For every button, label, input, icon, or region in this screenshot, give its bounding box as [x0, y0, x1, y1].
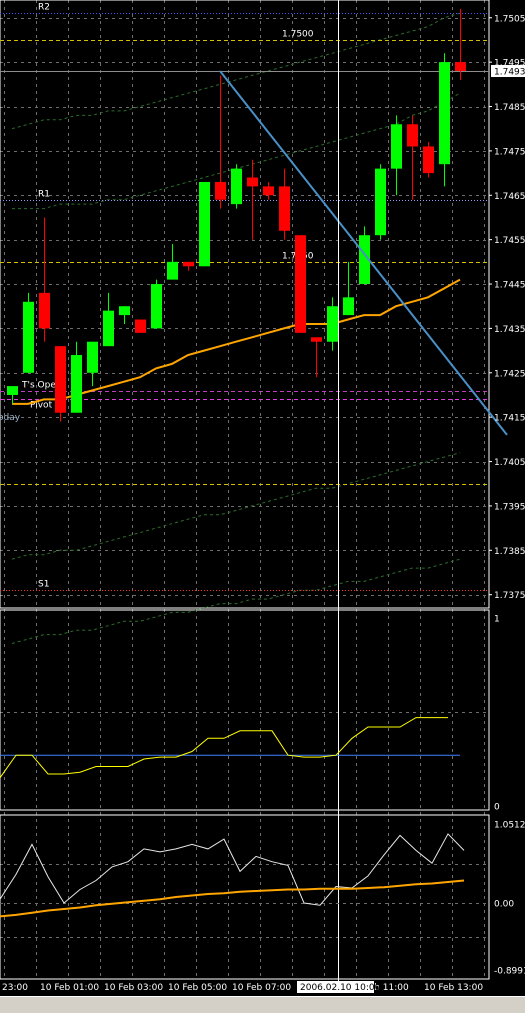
cursor-time-label: 2006.02.10 10:00 — [300, 983, 381, 993]
candle-body — [87, 341, 98, 373]
y-tick-label: 1.7405 — [494, 458, 525, 468]
y-tick-label: 1.7505 — [494, 14, 525, 24]
candle-body — [119, 306, 130, 316]
osc1-tick-label: 1 — [494, 615, 500, 625]
candle-body — [23, 301, 34, 373]
candle-body — [135, 319, 146, 333]
candle-body — [343, 297, 354, 316]
x-tick-label: 10 Feb 13:00 — [424, 983, 483, 993]
x-tick-label: 10 Feb 05:00 — [168, 983, 227, 993]
x-tick-label: 10 Feb 03:00 — [104, 983, 163, 993]
left-edge-label: oday — [0, 413, 21, 423]
candle-body — [71, 355, 82, 413]
candle-body — [375, 168, 386, 236]
candle-body — [295, 235, 306, 333]
candle-body — [39, 292, 50, 329]
candle-body — [231, 168, 242, 205]
chart-area[interactable]: R21.7500R11.7450T's OpenPivotS1oday 1.75… — [0, 0, 525, 996]
y-tick-label: 1.7385 — [494, 547, 525, 557]
y-tick-label: 1.7475 — [494, 147, 525, 157]
candle-body — [407, 124, 418, 147]
candle-body — [215, 181, 226, 200]
y-tick-label: 1.7455 — [494, 236, 525, 246]
y-tick-label: 1.7445 — [494, 281, 525, 291]
status-bar — [0, 996, 525, 1013]
osc2-tick-label: -0.8991 — [494, 967, 525, 977]
candle-body — [391, 124, 402, 169]
x-tick-label: 23:00 — [2, 983, 28, 993]
y-tick-label: 1.7395 — [494, 502, 525, 512]
y-tick-label: 1.7485 — [494, 103, 525, 113]
level-label: S1 — [38, 580, 49, 590]
candle-body — [423, 146, 434, 174]
y-tick-label: 1.7415 — [494, 414, 525, 424]
osc2-tick-label: 1.05127 — [494, 821, 525, 831]
candle-body — [247, 177, 258, 187]
candle-body — [151, 284, 162, 329]
current-price-label: 1.7493 — [494, 68, 525, 78]
candle-body — [199, 181, 210, 267]
y-tick-label: 1.7375 — [494, 591, 525, 601]
candle-body — [455, 62, 466, 72]
candle-body — [263, 186, 274, 196]
candle-body — [279, 186, 290, 231]
osc1-tick-label: 0 — [494, 803, 500, 813]
candle-body — [327, 306, 338, 342]
y-tick-label: 1.7465 — [494, 192, 525, 202]
candle-body — [439, 62, 450, 165]
y-tick-label: 1.7425 — [494, 369, 525, 379]
candle-body — [7, 386, 18, 395]
level-label: 1.7500 — [282, 30, 314, 40]
x-tick-label: 10 Feb 07:00 — [232, 983, 291, 993]
y-tick-label: 1.7435 — [494, 325, 525, 335]
osc2-tick-label: 0.00 — [494, 900, 514, 910]
candle-body — [167, 261, 178, 280]
x-tick-label: 10 Feb 01:00 — [40, 983, 99, 993]
candle-body — [311, 337, 322, 342]
level-label: R2 — [38, 3, 50, 13]
candle-body — [183, 261, 194, 267]
candle-body — [55, 346, 66, 413]
candle-body — [103, 310, 114, 347]
level-label: R1 — [38, 190, 50, 200]
